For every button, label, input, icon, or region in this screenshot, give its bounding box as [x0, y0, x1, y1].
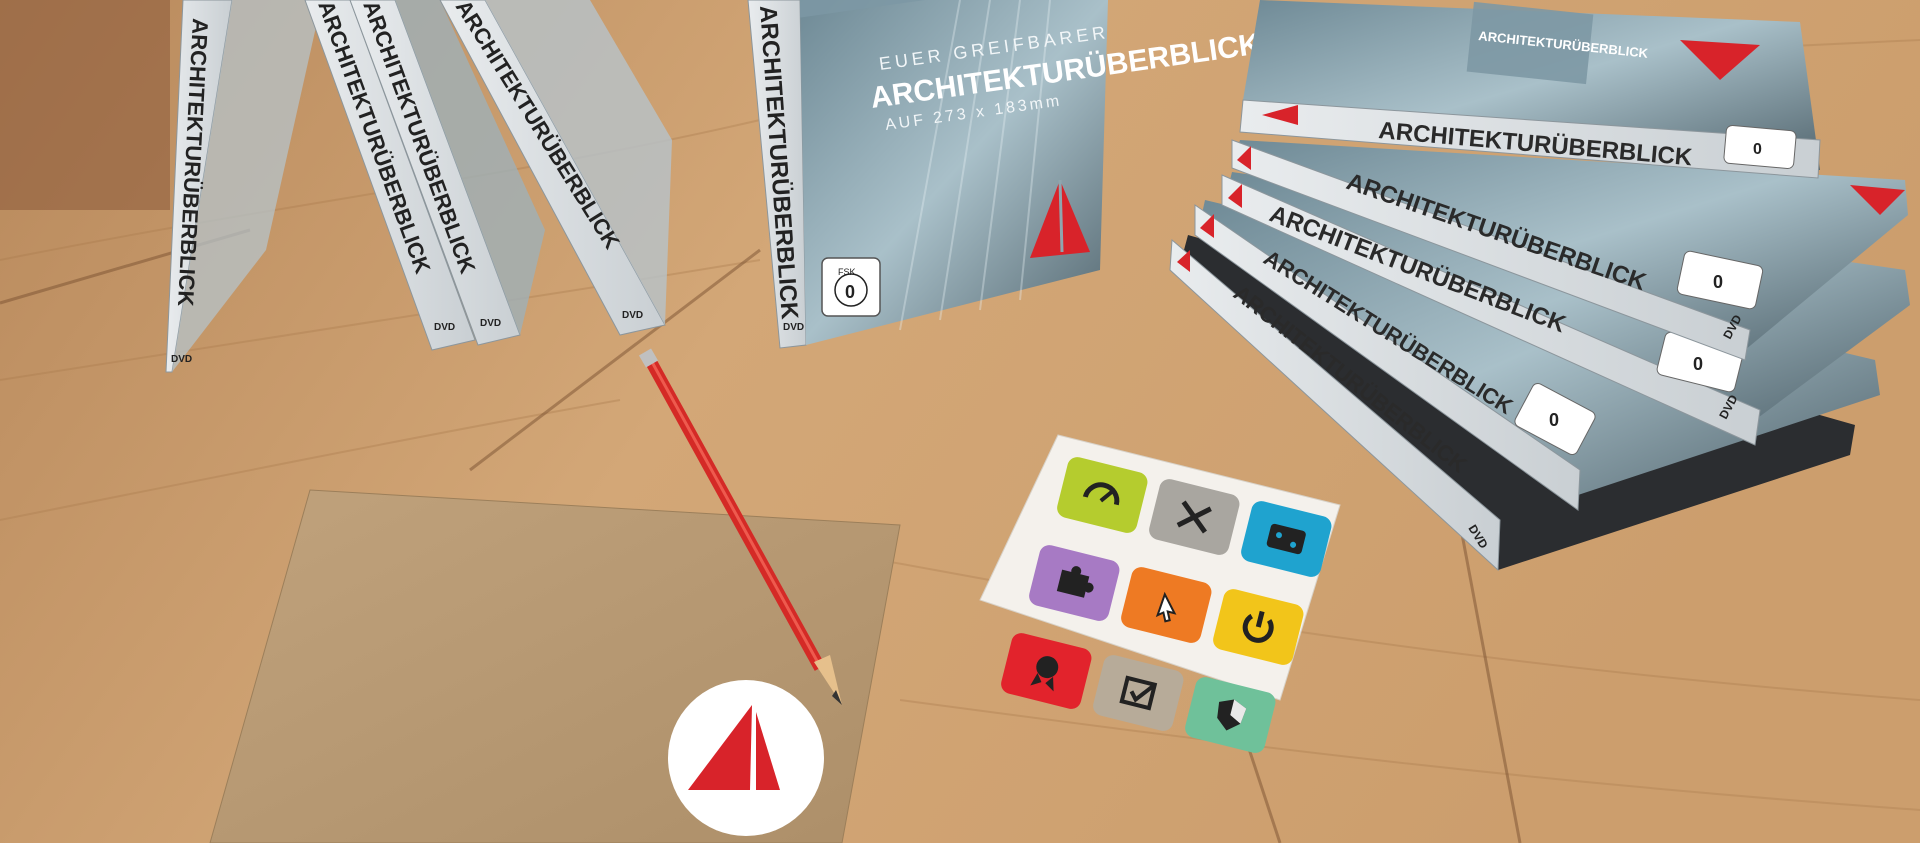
fsk-rating-badge: 0 [1723, 125, 1797, 169]
fsk-rating-badge: FSK 0 [821, 257, 881, 317]
fsk-value: 0 [1549, 410, 1559, 430]
spine-dvd-logo: DVD [480, 318, 501, 329]
fsk-value: 0 [845, 282, 855, 302]
fsk-value: 0 [1693, 354, 1703, 374]
spine-dvd-logo: DVD [434, 322, 455, 333]
spine-dvd-logo: DVD [783, 322, 804, 333]
fsk-value: 0 [1753, 141, 1762, 158]
spine-dvd-logo: DVD [622, 310, 643, 321]
kraft-envelope [209, 489, 901, 843]
round-logo-sticker [668, 680, 824, 836]
fsk-value: 0 [1713, 272, 1723, 292]
spine-dvd-logo: DVD [171, 354, 192, 365]
fsk-label: FSK [838, 267, 856, 277]
photo-scene: ARCHITEKTURÜBERBLICK DVD ARCHITEKTURÜBER… [0, 0, 1920, 843]
